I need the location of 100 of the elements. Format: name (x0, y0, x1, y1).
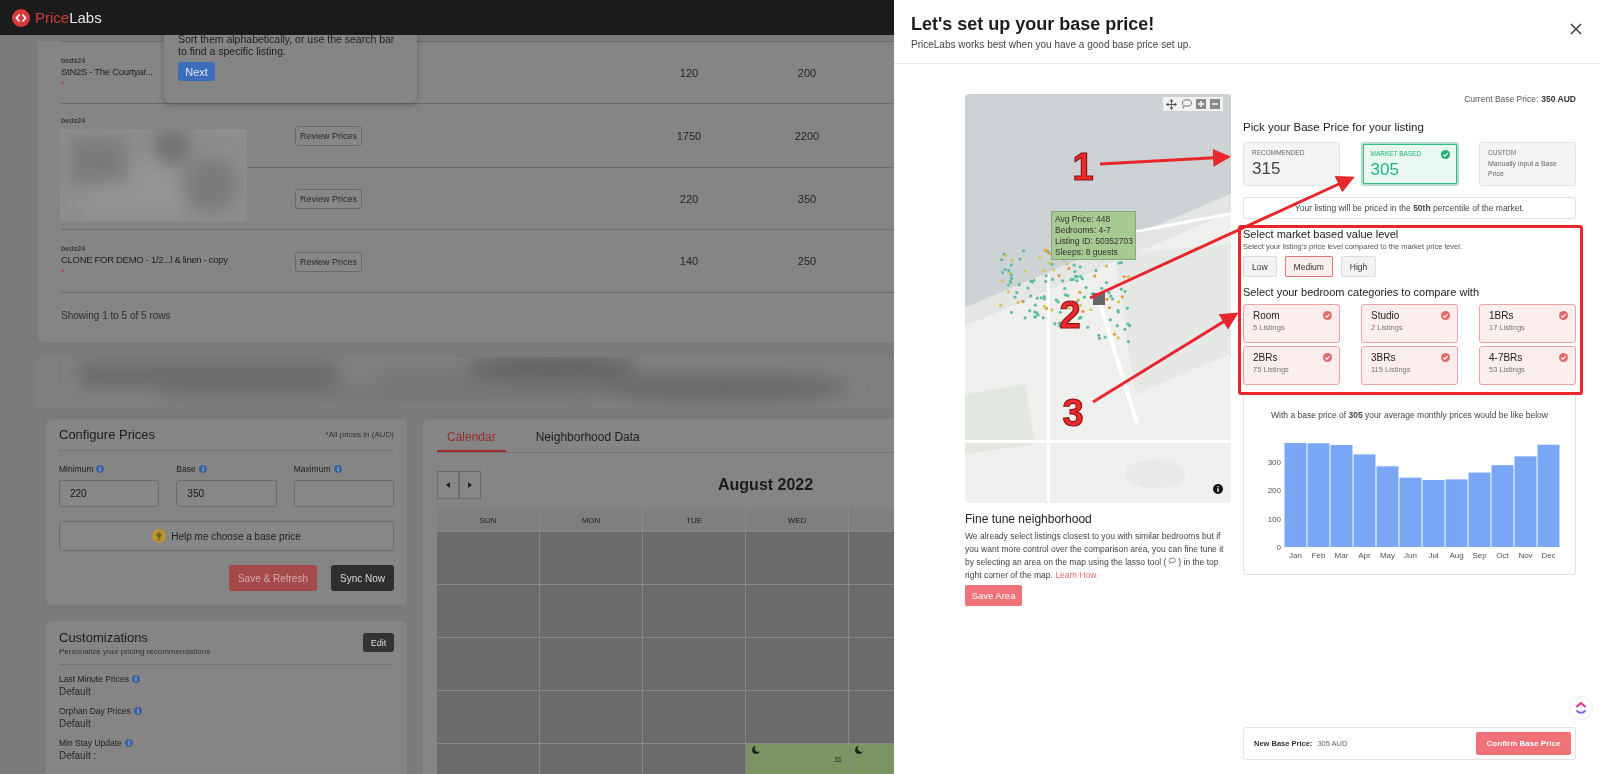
setting-value: Default (59, 718, 92, 729)
current-price-label: Current Base Price: (1464, 94, 1539, 104)
level-button[interactable]: Medium (1284, 256, 1333, 277)
axis-tick-label: 300 (1267, 457, 1281, 467)
weekday-header: TUE (643, 509, 746, 531)
axis-tick-label: Jun (1403, 551, 1417, 560)
bar (1399, 477, 1421, 547)
save-area-button[interactable]: Save Area (965, 585, 1022, 606)
axis-tick-label: Mar (1334, 551, 1348, 560)
help-button[interactable]: Help me choose a base price (59, 521, 394, 551)
price-input[interactable]: 220 (59, 480, 160, 507)
move-icon[interactable] (1166, 98, 1177, 110)
zoom-out-icon[interactable] (1210, 99, 1220, 109)
axis-tick-label: Apr (1357, 551, 1371, 560)
help-text: We already select listings closest to you with similar bedrooms but if you want more control over the comparison area, you can fine tune it by selecting an area on the map using the lasso tool ( ) in the top right corner of the map. Learn How. (965, 530, 1225, 582)
section-title: Select your bedroom categories to compare with (1243, 286, 1480, 298)
bedroom-name: 3BRs (1371, 352, 1396, 363)
currency-note: *All prices in (AUD) (325, 430, 394, 439)
table-cell: 350 (797, 192, 817, 205)
confirm-button[interactable]: Confirm Base Price (1476, 732, 1571, 755)
tooltip-line: Avg Price: 448 (1055, 214, 1112, 224)
bedroom-name: Studio (1371, 310, 1400, 321)
axis-tick-label: Jan (1288, 551, 1302, 560)
setting-label: Last Minute Prices (59, 674, 129, 684)
moon-icon (854, 746, 863, 754)
axis-tick-label: Nov (1517, 551, 1533, 560)
setting-value: Default (59, 686, 92, 697)
bulb-icon (152, 529, 167, 543)
review-prices-button[interactable]: Review Prices (295, 126, 362, 146)
month-title: August 2022 (718, 476, 814, 494)
level-button[interactable]: High (1340, 256, 1377, 277)
axis-tick-label: 100 (1267, 514, 1281, 524)
bedroom-name: 2BRs (1253, 352, 1278, 363)
section-title: Pick your Base Price for your listing (1243, 121, 1425, 133)
zoom-in-icon[interactable] (1196, 99, 1206, 109)
edit-button[interactable]: Edit (363, 633, 394, 652)
bar (1422, 479, 1444, 547)
axis-tick-label: Feb (1311, 551, 1325, 560)
previous-button[interactable] (437, 471, 459, 499)
widget-icon[interactable] (1569, 696, 1593, 720)
review-prices-button[interactable]: Review Prices (295, 189, 362, 209)
card-subtitle: Personalize your pricing recommendations (59, 646, 211, 656)
popover-text: Sort them alphabetically, or use the search bar to find a specific listing. (178, 33, 396, 57)
axis-tick-label: Oct (1495, 551, 1509, 560)
axis-tick-label: May (1379, 551, 1395, 560)
info-icon (124, 739, 133, 747)
card-title: Customizations (59, 629, 149, 645)
required-marker: * (61, 267, 65, 277)
info-icon[interactable] (1213, 484, 1223, 494)
caret-right-icon (468, 482, 472, 488)
weekday-header: SUN (437, 509, 540, 531)
moon-icon (751, 746, 760, 754)
price-input[interactable]: 350 (176, 480, 277, 507)
review-prices-button[interactable]: Review Prices (295, 251, 362, 272)
weekday-header: WED (746, 509, 849, 531)
caret-left-icon (446, 482, 450, 488)
bedroom-name: 4-7BRs (1489, 352, 1523, 363)
lasso-icon (1168, 557, 1177, 565)
tooltip-line: Listing ID: 50352703 (1055, 236, 1132, 246)
annotation-number: 1 (1072, 146, 1094, 188)
table-cell: 2200 (794, 129, 820, 142)
logo-icon (12, 8, 30, 27)
setting-label: Orphan Day Prices (59, 706, 131, 716)
price-input[interactable] (293, 480, 394, 507)
section-title: Select market based value level (1243, 228, 1400, 240)
bar (1445, 479, 1467, 547)
field-label: Minimum (59, 464, 94, 474)
axis-tick-label: 0 (1276, 543, 1281, 552)
next-month-button[interactable] (459, 471, 481, 499)
lasso-icon[interactable] (1181, 99, 1192, 109)
save-button[interactable]: Save & Refresh (228, 565, 317, 591)
tab[interactable]: Neighborhood Data (525, 430, 650, 452)
field-label: Maximum (293, 464, 331, 474)
close-icon (1570, 23, 1582, 35)
chart-caption: With a base price of 305 your average monthly prices would be like below (1271, 410, 1548, 420)
table-cell: 140 (679, 255, 699, 267)
level-button[interactable]: Low (1243, 256, 1277, 277)
info-icon (333, 465, 342, 473)
check-icon (1440, 150, 1450, 159)
info-icon (96, 465, 105, 473)
learn-how-link[interactable]: Learn How. (1055, 570, 1099, 580)
axis-tick-label: Dec (1540, 551, 1556, 560)
tooltip-line: Sleeps: 8 guests (1055, 247, 1119, 257)
tooltip-line: Bedrooms: 4-7 (1055, 225, 1112, 235)
setting-label: Min Stay Update (59, 738, 122, 748)
info-icon (133, 707, 142, 715)
bedroom-name: Room (1253, 310, 1280, 321)
option-value: 305 (1370, 160, 1399, 180)
required-marker: * (61, 78, 65, 89)
info-icon (198, 465, 207, 473)
axis-tick-label: Aug (1448, 551, 1464, 560)
table-cell: 250 (797, 255, 817, 267)
next-button[interactable]: Next (178, 62, 215, 81)
listing-name: StN2S - The Courtyar... (61, 65, 153, 77)
sync-button[interactable]: Sync Now (331, 565, 394, 591)
annotation-number: 2 (1059, 294, 1081, 336)
close-button[interactable] (1569, 23, 1583, 37)
table-cell: 220 (679, 192, 699, 205)
weekday-header: MON (540, 509, 643, 531)
card-title: Configure Prices (59, 427, 156, 442)
